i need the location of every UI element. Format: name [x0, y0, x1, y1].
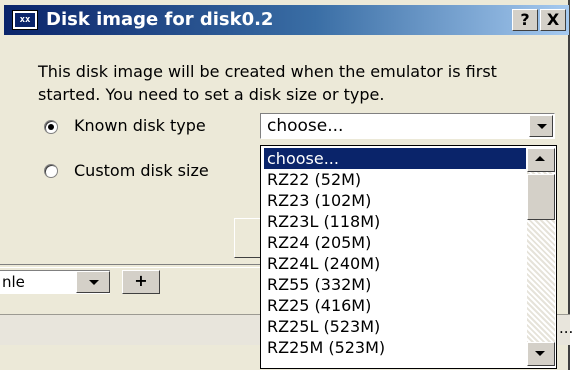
- chevron-down-icon: [537, 124, 547, 129]
- custom-disk-size-label[interactable]: Custom disk size: [74, 160, 209, 182]
- title-bar[interactable]: xx Disk image for disk0.2 ? X: [4, 5, 569, 35]
- dropdown-option[interactable]: RZ23L (118M): [264, 211, 526, 232]
- disk-image-dialog: xx Disk image for disk0.2 ? X This disk …: [0, 0, 573, 370]
- dropdown-option[interactable]: RZ24L (240M): [264, 253, 526, 274]
- chevron-down-icon: [535, 351, 545, 356]
- app-icon: xx: [12, 10, 38, 30]
- dropdown-option[interactable]: RZ23 (102M): [264, 190, 526, 211]
- dropdown-option[interactable]: RZ22 (52M): [264, 169, 526, 190]
- browse-ellipsis[interactable]: ...: [559, 318, 573, 338]
- dropdown-option[interactable]: RZ24 (205M): [264, 232, 526, 253]
- screen: xx Disk image for disk0.2 ? X This disk …: [0, 0, 584, 370]
- chevron-up-icon: [535, 156, 545, 161]
- dropdown-option[interactable]: RZ55 (332M): [264, 274, 526, 295]
- background-band: [0, 314, 260, 345]
- help-button[interactable]: ?: [512, 9, 538, 31]
- custom-disk-size-radio[interactable]: [44, 164, 58, 178]
- divider: [0, 264, 260, 268]
- chevron-down-icon: [89, 280, 99, 285]
- scroll-down-button[interactable]: [527, 342, 555, 366]
- disk-type-combobox[interactable]: choose...: [260, 113, 555, 139]
- scroll-up-button[interactable]: [527, 148, 555, 172]
- dropdown-option[interactable]: RZ25L (523M): [264, 316, 526, 337]
- disk-type-combobox-value: choose...: [267, 116, 344, 136]
- description-text: This disk image will be created when the…: [38, 62, 497, 104]
- dropdown-option[interactable]: RZ25 (416M): [264, 295, 526, 316]
- background-select-value: nle: [2, 273, 25, 291]
- dropdown-option[interactable]: RZ25M (523M): [264, 337, 526, 358]
- dropdown-scrollbar[interactable]: [527, 148, 555, 366]
- radio-selected-dot: [48, 124, 54, 130]
- dialog-title: Disk image for disk0.2: [46, 9, 274, 30]
- known-disk-type-label[interactable]: Known disk type: [74, 115, 206, 137]
- disk-type-dropdown-list[interactable]: choose... RZ22 (52M) RZ23 (102M) RZ23L (…: [260, 145, 557, 369]
- known-disk-type-radio[interactable]: [44, 120, 58, 134]
- add-button[interactable]: +: [122, 270, 160, 294]
- scrollbar-thumb[interactable]: [527, 174, 555, 220]
- close-button[interactable]: X: [540, 9, 566, 31]
- combobox-dropdown-button[interactable]: [529, 115, 553, 137]
- app-icon-label: xx: [15, 13, 35, 27]
- dropdown-option[interactable]: choose...: [264, 148, 526, 169]
- background-select-arrow[interactable]: [76, 271, 110, 293]
- background-select[interactable]: nle: [0, 270, 110, 294]
